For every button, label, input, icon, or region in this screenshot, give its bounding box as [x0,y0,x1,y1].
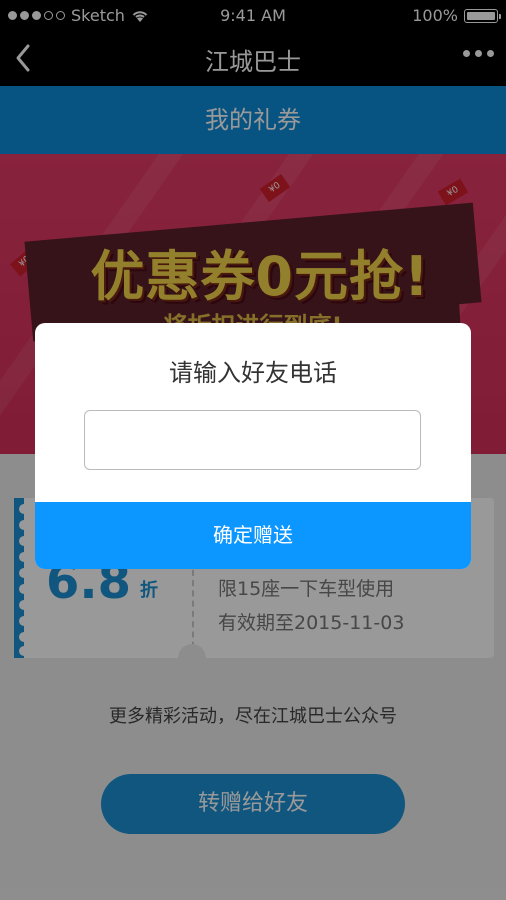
confirm-gift-button[interactable]: 确定赠送 [35,502,471,569]
phone-dialog: 请输入好友电话 确定赠送 [35,323,471,569]
dialog-title: 请输入好友电话 [169,359,337,387]
friend-phone-input[interactable] [84,410,421,470]
